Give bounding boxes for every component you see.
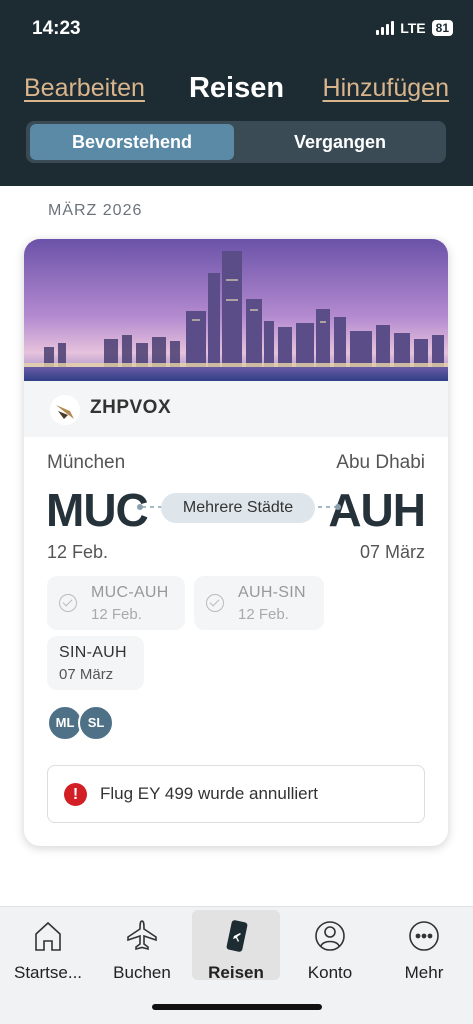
more-icon [409,921,439,951]
segment-route: MUC-AUH [91,584,169,601]
status-bar: 14:23 LTE 81 [32,18,453,42]
segment-route: AUH-SIN [238,584,306,601]
flight-segment-chip[interactable]: AUH-SIN 12 Feb. [194,576,324,630]
tab-upcoming[interactable]: Bevorstehend [30,124,234,160]
tab-past[interactable]: Vergangen [238,124,442,160]
booking-code: ZHPVOX [90,397,172,418]
booking-bar: ZHPVOX [24,381,448,437]
tab-trips[interactable]: Reisen [192,910,280,982]
status-time: 14:23 [32,18,81,39]
trip-card[interactable]: ZHPVOX München Abu Dhabi MUC AUH Mehrere… [24,239,448,846]
trip-filter-segment: Bevorstehend Vergangen [26,121,446,163]
destination-date: 07 März [359,542,425,562]
tab-more[interactable]: Mehr [380,910,468,982]
tab-label: Startse... [13,963,83,982]
month-header: MÄRZ 2026 [48,202,143,219]
nav-bar: Bearbeiten Reisen Hinzufügen [24,72,449,108]
tab-label: Buchen [113,963,171,982]
tab-label: Reisen [208,963,264,982]
destination-city: Abu Dhabi [336,452,425,473]
destination-code: AUH [328,484,426,536]
segment-date: 12 Feb. [238,606,289,623]
multi-city-badge: Mehrere Städte [161,493,315,523]
status-indicators: LTE 81 [376,20,453,36]
alert-icon: ! [64,783,87,806]
airline-logo-icon [50,395,80,425]
destination-image [24,239,448,381]
tab-label: Konto [307,963,353,982]
battery-icon: 81 [431,20,453,36]
tab-book[interactable]: Buchen [98,910,186,982]
origin-code: MUC [46,484,149,536]
alert-text: Flug EY 499 wurde annulliert [100,784,318,803]
boarding-pass-icon [226,920,248,952]
airplane-icon [127,920,157,951]
checkmark-icon [59,594,77,612]
flight-segment-chip[interactable]: MUC-AUH 12 Feb. [47,576,185,630]
segment-route: SIN-AUH [59,644,127,661]
tab-label: Mehr [404,963,444,982]
tab-home[interactable]: Startse... [4,910,92,982]
user-icon [315,921,345,951]
header: 14:23 LTE 81 Bearbeiten Reisen Hinzufüge… [0,0,473,186]
network-label: LTE [400,20,426,36]
add-button[interactable]: Hinzufügen [323,74,449,103]
tab-account[interactable]: Konto [286,910,374,982]
segment-date: 07 März [59,666,114,683]
checkmark-icon [206,594,224,612]
origin-city: München [47,452,126,473]
home-indicator [152,1004,322,1010]
segment-date: 12 Feb. [91,606,142,623]
home-icon [35,921,61,951]
trip-list: MÄRZ 2026 ZHPVOX München Abu Dhabi MUC A… [0,186,473,906]
flight-segment-chip[interactable]: SIN-AUH 07 März [47,636,144,690]
cancellation-alert[interactable]: ! Flug EY 499 wurde annulliert [47,765,425,823]
signal-icon [376,21,395,35]
origin-date: 12 Feb. [47,542,109,562]
traveler-avatar[interactable]: SL [78,705,114,741]
